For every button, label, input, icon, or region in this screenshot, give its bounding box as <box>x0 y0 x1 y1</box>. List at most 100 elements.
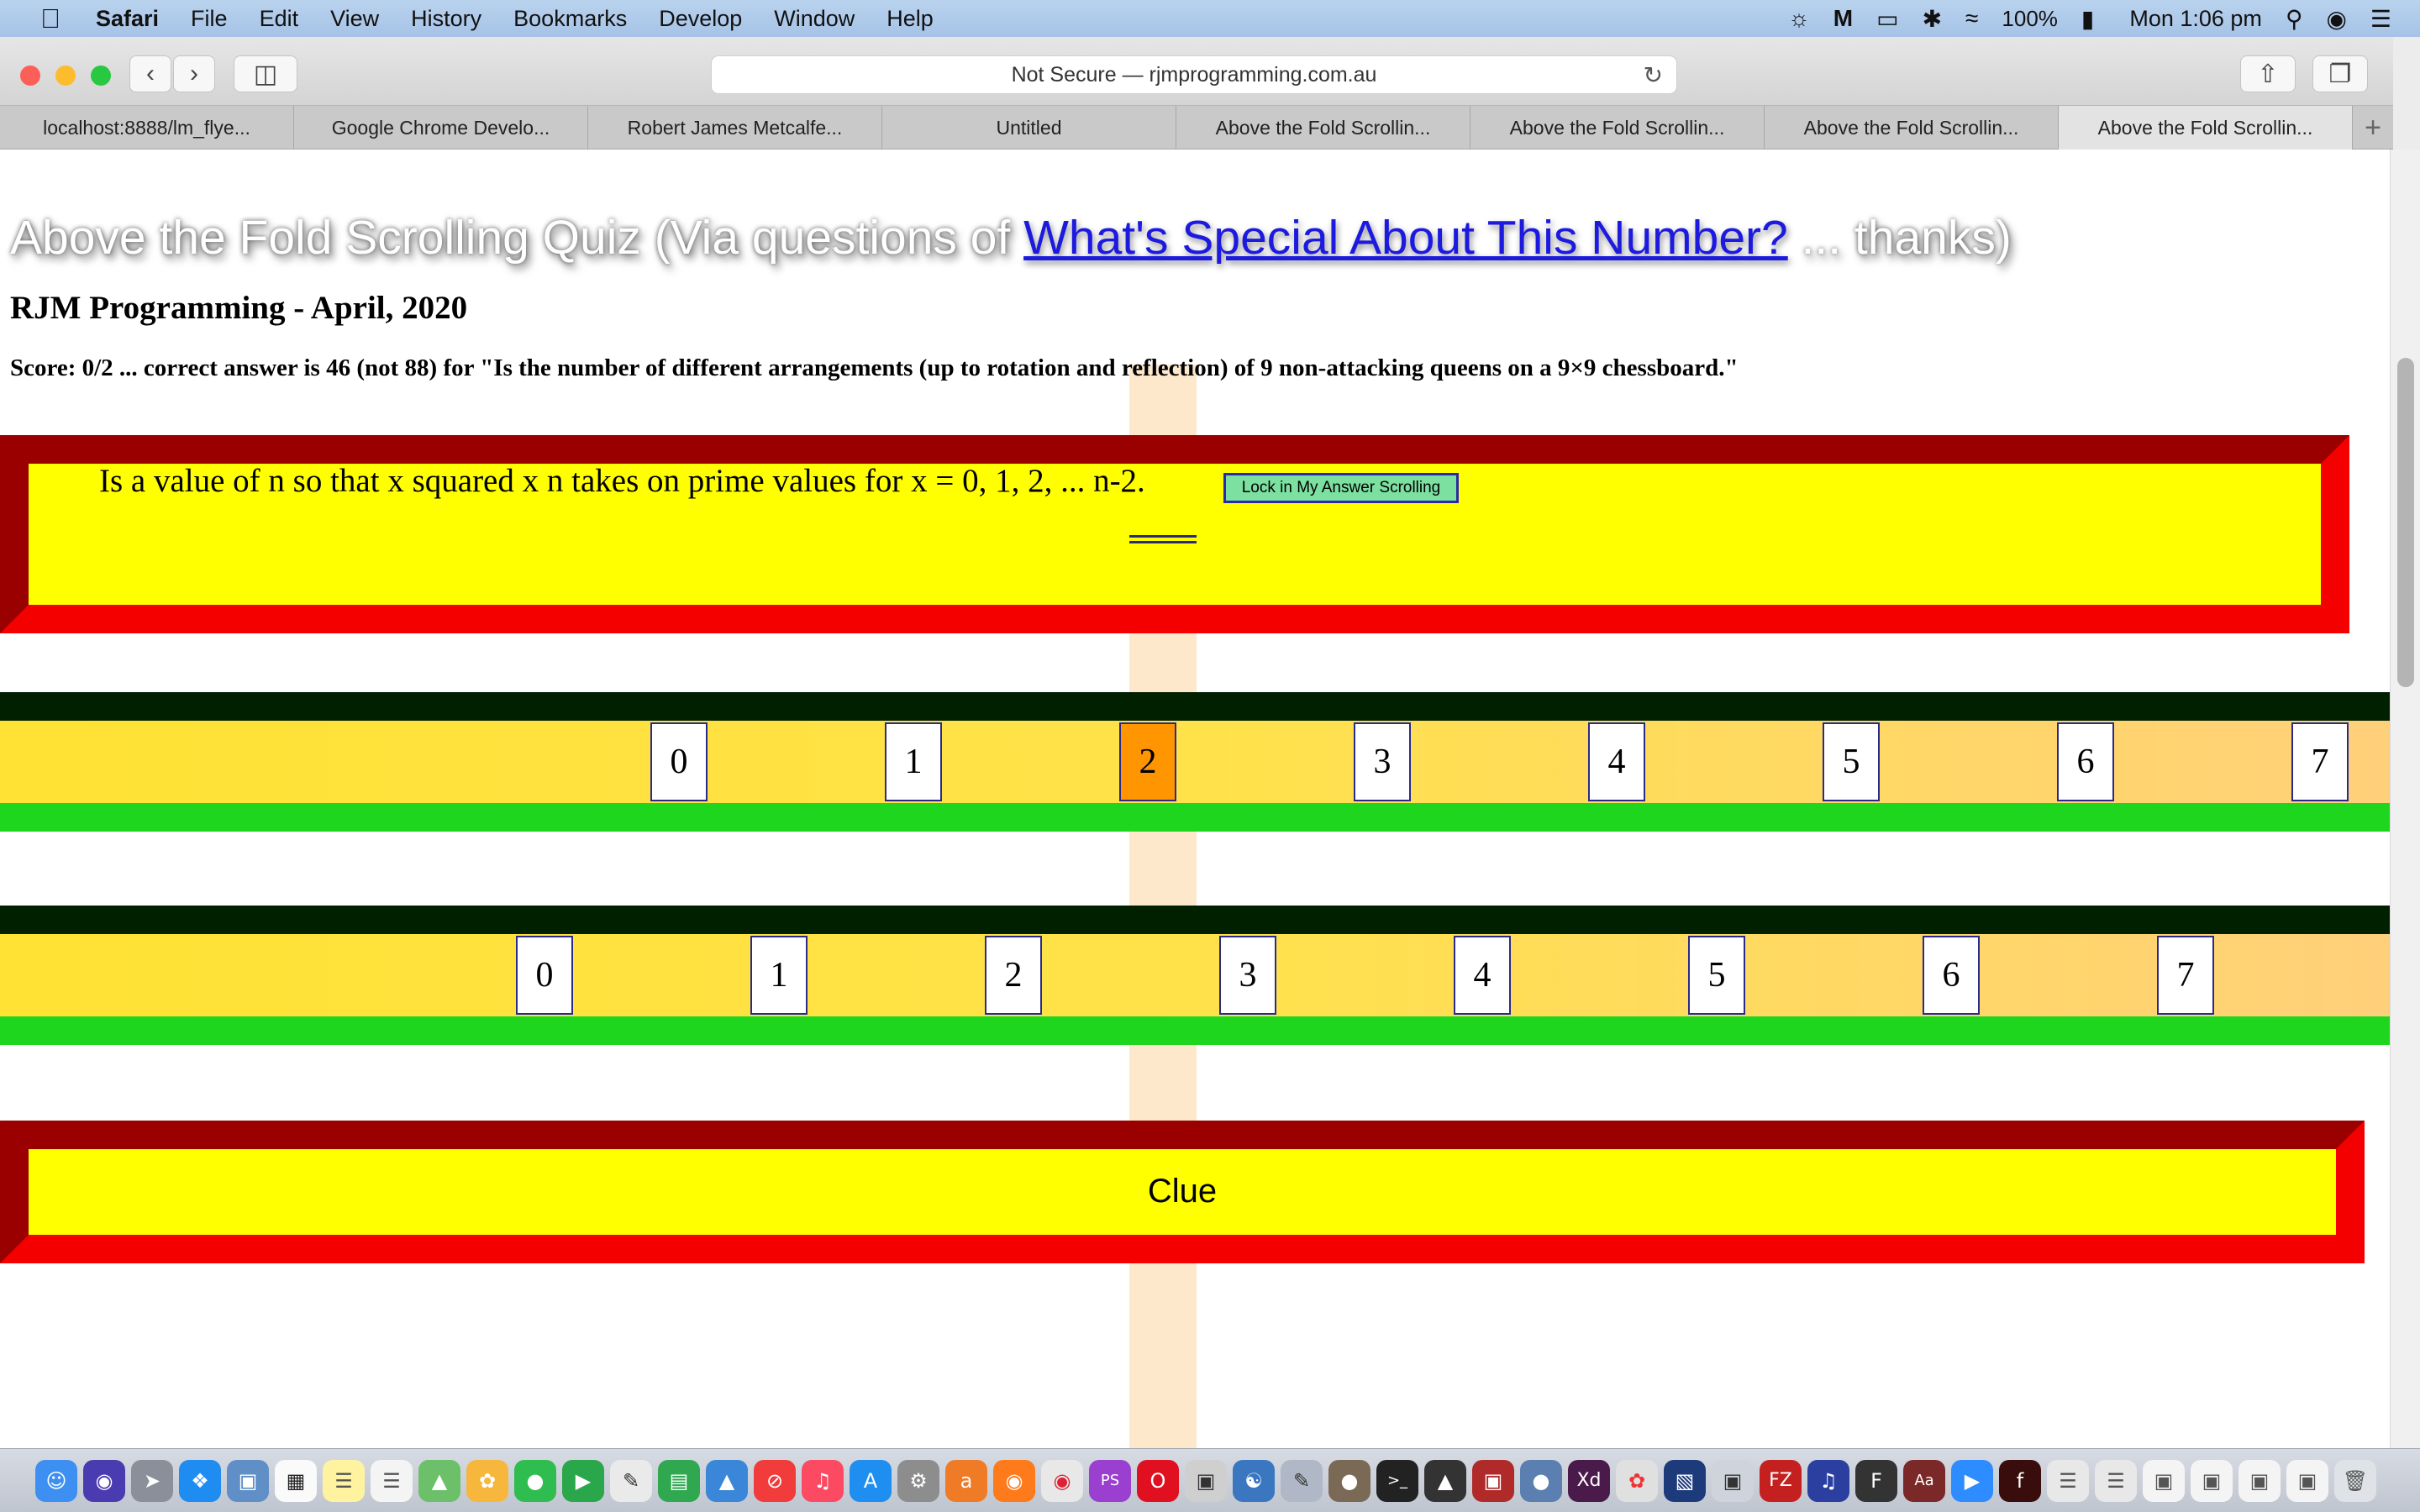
tab-5[interactable]: Above the Fold Scrollin... <box>1176 106 1470 150</box>
menu-view[interactable]: View <box>330 6 379 32</box>
dictionary-icon[interactable]: Aa <box>1903 1459 1945 1502</box>
siri-icon[interactable]: ◉ <box>2326 5 2346 33</box>
lock-answer-button[interactable]: Lock in My Answer Scrolling <box>1223 473 1459 503</box>
textedit-icon[interactable]: ✎ <box>610 1459 652 1502</box>
new-tab-button[interactable]: + <box>2353 106 2393 150</box>
digit-2-1[interactable]: 1 <box>750 936 808 1015</box>
flash-icon[interactable]: f <box>1999 1459 2041 1502</box>
keynote-icon[interactable]: ▲ <box>706 1459 748 1502</box>
terminal-icon[interactable]: >_ <box>1376 1459 1418 1502</box>
tab-2[interactable]: Google Chrome Develo... <box>294 106 588 150</box>
sequel-pro-icon[interactable]: ▣ <box>1185 1459 1227 1502</box>
page-scrollbar[interactable] <box>2390 150 2420 1448</box>
digit-2-0[interactable]: 0 <box>516 936 573 1015</box>
bluetooth-icon[interactable]: ✱ <box>1923 5 1942 33</box>
app-icon-orange[interactable]: a <box>945 1459 987 1502</box>
calendar-icon[interactable]: ▦ <box>275 1459 317 1502</box>
forward-button[interactable]: › <box>173 55 215 92</box>
maps-icon[interactable]: ▲ <box>418 1459 460 1502</box>
address-bar[interactable]: Not Secure — rjmprogramming.com.au ↻ <box>711 55 1677 94</box>
app-icon-dark[interactable]: ▧ <box>1664 1459 1706 1502</box>
airplay-icon[interactable]: ▭ <box>1876 5 1898 33</box>
spotlight-search-icon[interactable]: ⚲ <box>2286 5 2303 33</box>
document-stack-icon[interactable]: ☰ <box>2047 1459 2089 1502</box>
digit-1-1[interactable]: 1 <box>885 722 942 801</box>
screen-capture-icon[interactable]: ▣ <box>1712 1459 1754 1502</box>
facetime-icon[interactable]: ▶ <box>562 1459 604 1502</box>
tab-8-active[interactable]: Above the Fold Scrollin... <box>2059 106 2353 150</box>
menu-edit[interactable]: Edit <box>260 6 299 32</box>
adobe-xd-icon[interactable]: Xd <box>1568 1459 1610 1502</box>
menu-history[interactable]: History <box>411 6 481 32</box>
news-icon[interactable]: ⊘ <box>754 1459 796 1502</box>
reload-icon[interactable]: ↻ <box>1644 61 1663 89</box>
menu-help[interactable]: Help <box>886 6 934 32</box>
digit-2-3[interactable]: 3 <box>1219 936 1276 1015</box>
chrome-icon[interactable]: ◉ <box>1041 1459 1083 1502</box>
minimized-window-3[interactable]: ▣ <box>2238 1459 2281 1502</box>
malwarebytes-icon[interactable]: M <box>1833 5 1853 32</box>
wifi-icon[interactable]: ≈ <box>1965 5 1978 32</box>
digit-1-7[interactable]: 7 <box>2291 722 2349 801</box>
digit-1-0[interactable]: 0 <box>650 722 708 801</box>
apple-menu-icon[interactable]:  <box>34 3 67 34</box>
back-button[interactable]: ‹ <box>129 55 171 92</box>
tab-3[interactable]: Robert James Metcalfe... <box>588 106 882 150</box>
share-button[interactable]: ⇧ <box>2240 55 2296 92</box>
digit-1-2-selected[interactable]: 2 <box>1119 722 1176 801</box>
photo-booth-icon[interactable]: ▣ <box>1472 1459 1514 1502</box>
app-icon-f[interactable]: F <box>1855 1459 1897 1502</box>
gimp-icon[interactable]: ● <box>1328 1459 1370 1502</box>
clock[interactable]: Mon 1:06 pm <box>2129 6 2262 32</box>
app-store-icon[interactable]: A <box>850 1459 892 1502</box>
tab-7[interactable]: Above the Fold Scrollin... <box>1765 106 2059 150</box>
digit-2-4[interactable]: 4 <box>1454 936 1511 1015</box>
notes-icon[interactable]: ☰ <box>323 1459 365 1502</box>
menu-app-name[interactable]: Safari <box>96 6 159 32</box>
digit-2-6[interactable]: 6 <box>1923 936 1980 1015</box>
menu-bookmarks[interactable]: Bookmarks <box>513 6 627 32</box>
filezilla-icon[interactable]: FZ <box>1760 1459 1802 1502</box>
app-icon-blue[interactable]: ● <box>1520 1459 1562 1502</box>
firefox-icon[interactable]: ◉ <box>993 1459 1035 1502</box>
wireshark-icon[interactable]: ☯ <box>1233 1459 1275 1502</box>
zoom-icon[interactable]: ▶ <box>1951 1459 1993 1502</box>
sidebar-toggle-button[interactable]: ◫ <box>234 55 297 92</box>
downloads-stack-icon[interactable]: ☰ <box>2095 1459 2137 1502</box>
digit-1-3[interactable]: 3 <box>1354 722 1411 801</box>
tab-1[interactable]: localhost:8888/lm_flye... <box>0 106 294 150</box>
trash-icon[interactable]: 🗑 <box>2334 1459 2376 1502</box>
color-wheel-icon[interactable]: ✿ <box>1616 1459 1658 1502</box>
music-icon[interactable]: ♫ <box>802 1459 844 1502</box>
phpstorm-icon[interactable]: PS <box>1089 1459 1131 1502</box>
digit-1-4[interactable]: 4 <box>1588 722 1645 801</box>
close-window-button[interactable] <box>20 66 40 86</box>
digit-2-7[interactable]: 7 <box>2157 936 2214 1015</box>
script-editor-icon[interactable]: ✎ <box>1281 1459 1323 1502</box>
show-all-tabs-button[interactable]: ❐ <box>2312 55 2368 92</box>
digit-2-5[interactable]: 5 <box>1688 936 1745 1015</box>
minimize-window-button[interactable] <box>55 66 76 86</box>
digit-1-5[interactable]: 5 <box>1823 722 1880 801</box>
reminders-icon[interactable]: ☰ <box>371 1459 413 1502</box>
launchpad-icon[interactable]: ➤ <box>131 1459 173 1502</box>
tab-4[interactable]: Untitled <box>882 106 1176 150</box>
preview-icon[interactable]: ▣ <box>227 1459 269 1502</box>
notification-center-icon[interactable]: ☰ <box>2370 5 2391 33</box>
menu-window[interactable]: Window <box>774 6 855 32</box>
opera-icon[interactable]: O <box>1137 1459 1179 1502</box>
finder-icon[interactable]: ☺ <box>35 1459 77 1502</box>
system-preferences-icon[interactable]: ⚙ <box>897 1459 939 1502</box>
safari-icon[interactable]: ❖ <box>179 1459 221 1502</box>
zoom-window-button[interactable] <box>91 66 111 86</box>
minimized-window-4[interactable]: ▣ <box>2286 1459 2328 1502</box>
minimized-window-1[interactable]: ▣ <box>2143 1459 2185 1502</box>
numbers-icon[interactable]: ▤ <box>658 1459 700 1502</box>
tab-6[interactable]: Above the Fold Scrollin... <box>1470 106 1765 150</box>
battery-icon[interactable]: ▮ <box>2081 5 2094 33</box>
digit-1-6[interactable]: 6 <box>2057 722 2114 801</box>
menu-file[interactable]: File <box>191 6 228 32</box>
siri-dock-icon[interactable]: ◉ <box>83 1459 125 1502</box>
inkscape-icon[interactable]: ▲ <box>1424 1459 1466 1502</box>
cat-icon[interactable]: ☼ <box>1788 5 1810 32</box>
